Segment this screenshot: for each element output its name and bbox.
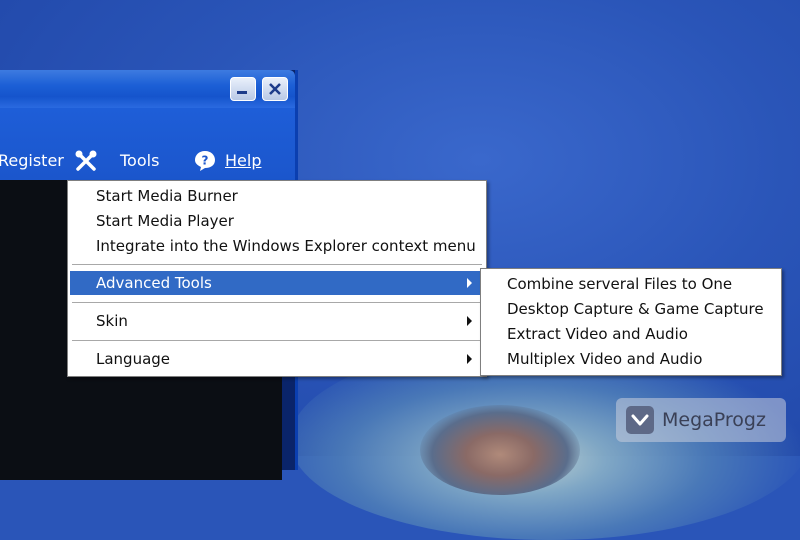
menu-item-label: Start Media Burner: [96, 187, 238, 205]
help-icon: ?: [195, 151, 215, 171]
menu-item-advanced-tools[interactable]: Advanced Tools: [70, 271, 484, 295]
menu-item-start-media-burner[interactable]: Start Media Burner: [70, 184, 484, 208]
menu-item-label: Start Media Player: [96, 212, 234, 230]
menu-item-label: Language: [96, 350, 171, 368]
submenu-item-desktop-capture[interactable]: Desktop Capture & Game Capture: [483, 297, 779, 321]
svg-text:?: ?: [202, 154, 209, 168]
menu-item-label: Integrate into the Windows Explorer cont…: [96, 237, 476, 255]
advanced-tools-submenu: Combine serveral Files to One Desktop Ca…: [480, 268, 782, 376]
close-button[interactable]: [262, 77, 288, 101]
close-icon: [269, 83, 281, 95]
watermark-text: MegaProgz: [662, 409, 766, 431]
tools-icon: [75, 150, 97, 171]
submenu-arrow-icon: [467, 278, 472, 288]
wallpaper-island-center: [420, 405, 580, 495]
submenu-item-combine-files[interactable]: Combine serveral Files to One: [483, 272, 779, 296]
toolbar-help-label: Help: [225, 151, 262, 170]
toolbar-tools[interactable]: Tools: [74, 148, 164, 174]
menu-separator: [72, 264, 482, 266]
menu-separator: [72, 302, 482, 304]
menu-item-start-media-player[interactable]: Start Media Player: [70, 209, 484, 233]
submenu-item-label: Desktop Capture & Game Capture: [507, 300, 764, 318]
menu-item-label: Skin: [96, 312, 128, 330]
toolbar-help[interactable]: ? Help: [193, 148, 263, 174]
submenu-item-multiplex-video-audio[interactable]: Multiplex Video and Audio: [483, 347, 779, 371]
menu-item-skin[interactable]: Skin: [70, 309, 484, 333]
toolbar-tools-label: Tools: [120, 151, 160, 170]
megaprogz-logo-icon: [626, 406, 654, 434]
submenu-item-label: Extract Video and Audio: [507, 325, 688, 343]
submenu-item-label: Combine serveral Files to One: [507, 275, 733, 293]
submenu-arrow-icon: [467, 354, 472, 364]
submenu-item-label: Multiplex Video and Audio: [507, 350, 703, 368]
menu-item-language[interactable]: Language: [70, 347, 484, 371]
submenu-arrow-icon: [467, 316, 472, 326]
submenu-item-extract-video-audio[interactable]: Extract Video and Audio: [483, 322, 779, 346]
menu-separator: [72, 340, 482, 342]
window-titlebar[interactable]: [0, 70, 295, 108]
menu-item-label: Advanced Tools: [96, 274, 212, 292]
tools-menu: Start Media Burner Start Media Player In…: [67, 180, 487, 377]
toolbar-register[interactable]: Register: [0, 150, 64, 172]
minimize-button[interactable]: [230, 77, 256, 101]
menu-item-integrate-explorer[interactable]: Integrate into the Windows Explorer cont…: [70, 234, 484, 258]
minimize-icon: [237, 91, 247, 94]
watermark-badge: MegaProgz: [616, 398, 786, 442]
